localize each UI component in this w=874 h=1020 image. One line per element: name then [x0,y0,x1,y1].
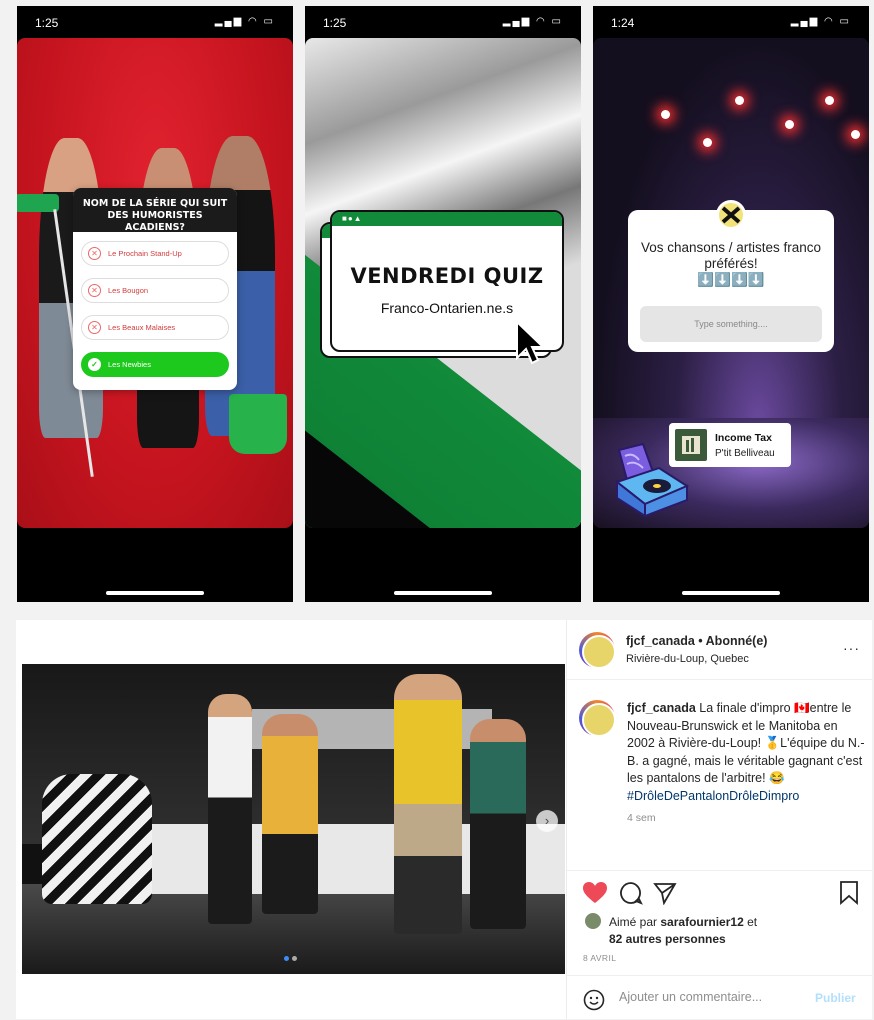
status-time: 1:25 [323,16,347,30]
carousel-dot [292,956,297,961]
music-artist: P'tit Belliveau [715,448,775,459]
account-avatar[interactable] [579,632,616,669]
status-bar: 1:25 ▂▄▆ ◠ ▭ [305,6,581,36]
post-header: fjcf_canada • Abonné(e) Rivière-du-Loup,… [567,620,873,680]
quiz-title: VENDREDI QUIZ [350,264,544,288]
story-background: ■●▲ VENDREDI QUIZ Franco-Ontarien.ne.s [305,38,581,528]
signal-wifi-battery-icon: ▂▄▆ ◠ ▭ [790,16,851,27]
quiz-option-label: Le Prochain Stand-Up [108,249,182,258]
quiz-option-4-correct[interactable]: ✓ Les Newbies [81,352,229,377]
quiz-option-3[interactable]: ✕ Les Beaux Malaises [81,315,229,340]
home-indicator [682,591,780,595]
stage-light [785,120,794,129]
record-player-icon [614,442,690,518]
quiz-option-label: Les Newbies [108,360,151,369]
window-titlebar: ■●▲ [332,212,562,226]
status-bar: 1:25 ▂▄▆ ◠ ▭ [17,6,293,36]
player-white-shirt [208,694,252,924]
home-indicator [394,591,492,595]
bookmark-icon[interactable] [839,881,859,905]
caption-time: 4 sem [627,812,656,824]
quiz-option-label: Les Beaux Malaises [108,323,176,332]
stage-light [735,96,744,105]
wrong-icon: ✕ [88,247,101,260]
bucket-green [229,394,287,454]
post-location[interactable]: Rivière-du-Loup, Quebec [626,653,749,665]
story-screenshot-vendredi-quiz: 1:25 ▂▄▆ ◠ ▭ ■●▲ VENDREDI QUIZ Franco-On… [305,6,581,602]
story-background: NOM DE LA SÉRIE QUI SUIT DES HUMORISTES … [17,38,293,528]
account-avatar [716,200,746,230]
post-username[interactable]: fjcf_canada [626,634,695,648]
carousel-dots [284,956,304,962]
player-yellow-shirt-girl [262,714,318,914]
publish-button[interactable]: Publier [815,991,856,1005]
comment-icon[interactable] [619,881,643,905]
caption-avatar[interactable] [579,700,616,737]
home-indicator [106,591,204,595]
music-title: Income Tax [715,432,772,444]
wrong-icon: ✕ [88,321,101,334]
status-time: 1:24 [611,16,635,30]
cursor-icon [516,320,545,365]
chevron-right-icon[interactable]: › [536,810,558,832]
quiz-option-label: Les Bougon [108,286,149,295]
liked-by-avatar[interactable] [585,913,601,929]
caption-hashtag[interactable]: #DrôleDePantalonDrôleDimpro [627,789,799,803]
comment-input[interactable]: Ajouter un commentaire... [619,990,799,1004]
fjcf-logo-icon [719,203,743,227]
quiz-option-2[interactable]: ✕ Les Bougon [81,278,229,303]
story-screenshot-songs: 1:24 ▂▄▆ ◠ ▭ Vos chansons / artistes fra… [593,6,869,602]
player-green-jacket [470,719,526,929]
post-photo: › [22,664,565,974]
quiz-question: NOM DE LA SÉRIE QUI SUIT DES HUMORISTES … [73,188,237,233]
emoji-icon[interactable] [583,989,605,1011]
heart-icon[interactable] [582,881,608,905]
status-bar: 1:24 ▂▄▆ ◠ ▭ [593,6,869,36]
comment-bar: Ajouter un commentaire... Publier [567,975,873,1020]
player-yellow-shirt [394,674,462,934]
status-time: 1:25 [35,16,59,30]
signal-wifi-battery-icon: ▂▄▆ ◠ ▭ [502,16,563,27]
stage-light [703,138,712,147]
quiz-option-1[interactable]: ✕ Le Prochain Stand-Up [81,241,229,266]
wrong-icon: ✕ [88,284,101,297]
post-date: 8 AVRIL [583,953,617,963]
stage-light [661,110,670,119]
post-caption: fjcf_canada La finale d'impro 🇨🇦entre le… [627,700,865,805]
stage-light [851,130,860,139]
window-dots-icon: ■●▲ [342,214,363,223]
post-header-text: fjcf_canada • Abonné(e) [626,634,767,648]
post-actions: Aimé par sarafournier12 et 82 autres per… [567,870,873,1019]
check-icon: ✓ [88,358,101,371]
liked-by: Aimé par sarafournier12 et 82 autres per… [609,915,758,946]
question-answer-input[interactable]: Type something.... [640,306,822,342]
quiz-sticker: NOM DE LA SÉRIE QUI SUIT DES HUMORISTES … [73,188,237,390]
story-screenshot-quiz: 1:25 ▂▄▆ ◠ ▭ NOM DE LA SÉRIE QUI SUIT DE… [17,6,293,602]
likes-others[interactable]: 82 autres personnes [609,932,726,946]
stage-light [825,96,834,105]
carousel-dot-active [284,956,289,961]
caption-username[interactable]: fjcf_canada [627,701,696,715]
signal-wifi-battery-icon: ▂▄▆ ◠ ▭ [214,16,275,27]
more-icon[interactable]: ··· [843,640,860,656]
liked-by-user[interactable]: sarafournier12 [660,915,743,929]
quiz-subtitle: Franco-Ontarien.ne.s [380,300,514,316]
referee [42,774,152,904]
follow-status[interactable]: • Abonné(e) [698,634,767,648]
post-side-panel: fjcf_canada • Abonné(e) Rivière-du-Loup,… [566,620,873,1019]
question-text: Vos chansons / artistes franco préférés!… [640,240,822,287]
share-icon[interactable] [653,881,677,905]
